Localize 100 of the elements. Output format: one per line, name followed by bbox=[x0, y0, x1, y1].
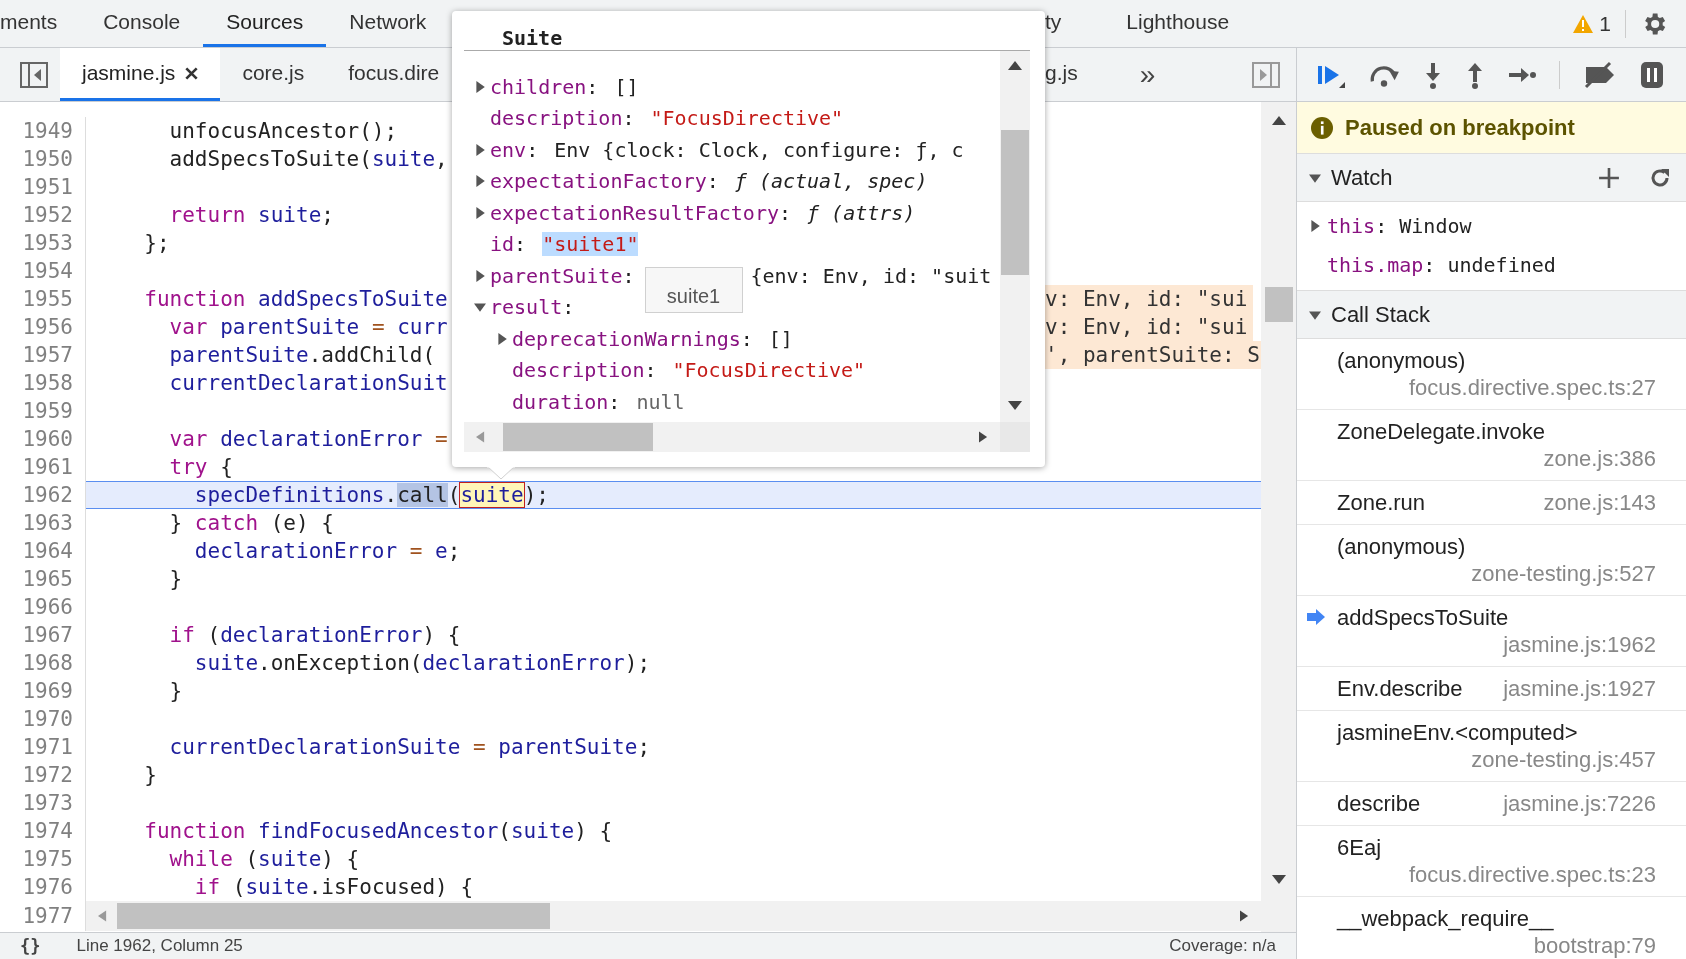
call-stack-frame[interactable]: (anonymous) zone-testing.js:527 bbox=[1297, 525, 1686, 596]
scrollbar-thumb[interactable] bbox=[1001, 130, 1029, 275]
code-line: suite.onException(declarationError); bbox=[193, 650, 651, 677]
collapse-arrow-icon[interactable] bbox=[1309, 308, 1321, 321]
property-value: "suite1" bbox=[542, 232, 639, 257]
sidebar-toggle-icon[interactable] bbox=[20, 61, 48, 88]
property-name: children: bbox=[490, 74, 599, 99]
tooltip: suite1 bbox=[644, 266, 743, 313]
expand-arrow-icon[interactable] bbox=[474, 143, 486, 156]
scrollbar-thumb[interactable] bbox=[503, 423, 653, 451]
panel-tab[interactable]: ments bbox=[0, 0, 81, 47]
more-tabs-button[interactable]: » bbox=[1133, 58, 1162, 91]
property-name: deprecationWarnings: bbox=[512, 326, 753, 351]
call-stack-frame[interactable]: jasmineEnv.<computed> zone-testing.js:457 bbox=[1297, 711, 1686, 782]
code-line: } bbox=[168, 678, 183, 705]
section-header[interactable]: Watch bbox=[1297, 154, 1686, 202]
horizontal-scrollbar[interactable] bbox=[464, 422, 1000, 452]
scroll-down-arrow-icon[interactable] bbox=[1008, 401, 1022, 410]
code-line: parentSuite.addChild( bbox=[168, 342, 436, 369]
scroll-down-arrow-icon[interactable] bbox=[1271, 875, 1286, 884]
code-line: currentDeclarationSuit bbox=[168, 370, 448, 397]
scrollbar-thumb[interactable] bbox=[117, 903, 550, 929]
call-stack-frame[interactable]: 6Eaj focus.directive.spec.ts:23 bbox=[1297, 826, 1686, 897]
paused-banner: Paused on breakpoint bbox=[1297, 102, 1686, 154]
horizontal-scrollbar[interactable] bbox=[86, 901, 1261, 931]
panel-toggle-icon[interactable] bbox=[1252, 61, 1280, 88]
inline-value: v: Env, id: "sui bbox=[1045, 313, 1254, 341]
code-line: try { bbox=[168, 454, 233, 481]
expand-arrow-icon[interactable] bbox=[474, 206, 486, 219]
call-stack-frame[interactable]: describe jasmine.js:7226 bbox=[1297, 782, 1686, 826]
call-stack-frame[interactable]: ZoneDelegate.invoke zone.js:386 bbox=[1297, 410, 1686, 481]
property-value: [] bbox=[768, 326, 793, 351]
code-line: } catch (e) { bbox=[168, 510, 334, 537]
property-value: [] bbox=[614, 74, 639, 99]
code-line: unfocusAncestor(); bbox=[168, 118, 398, 145]
code-line: if (declarationError) { bbox=[168, 622, 461, 649]
code-line: declarationError = e; bbox=[193, 538, 461, 565]
property-name: duration: bbox=[512, 389, 621, 414]
panel-tab[interactable]: Network bbox=[326, 0, 450, 47]
file-tab[interactable]: core.js bbox=[220, 48, 327, 101]
code-line: return suite; bbox=[168, 202, 334, 229]
scroll-up-arrow-icon[interactable] bbox=[1008, 61, 1022, 70]
section-header[interactable]: Call Stack bbox=[1297, 291, 1686, 339]
warning-icon bbox=[1573, 14, 1594, 33]
property-value: "FocusDirective" bbox=[672, 358, 866, 383]
file-tab[interactable]: jasmine.js bbox=[60, 48, 221, 101]
panel-tab[interactable]: Console bbox=[80, 0, 204, 47]
code-line: } bbox=[168, 566, 183, 593]
property-name: expectationResultFactory: bbox=[490, 200, 792, 225]
panel-tab[interactable]: ty bbox=[1045, 0, 1104, 47]
property-name: env: bbox=[490, 137, 539, 162]
property-name: parentSuite: bbox=[490, 263, 635, 288]
code-line: addSpecsToSuite(suite, bbox=[168, 146, 448, 173]
inline-value: v: Env, id: "sui bbox=[1045, 285, 1254, 313]
step-into-icon[interactable] bbox=[1423, 60, 1443, 89]
vertical-scrollbar[interactable] bbox=[1261, 102, 1296, 932]
close-icon[interactable] bbox=[185, 66, 199, 80]
property-value: ƒ (attrs) bbox=[807, 200, 916, 225]
watch-expression: this.map: undefined bbox=[1327, 252, 1556, 277]
property-name: description: bbox=[512, 358, 657, 383]
popover-title: Suite bbox=[501, 25, 564, 50]
expand-arrow-icon[interactable] bbox=[474, 175, 486, 188]
code-line: } bbox=[143, 762, 157, 789]
file-tab[interactable]: focus.dire bbox=[326, 48, 452, 101]
code-line: if (suite.isFocused) { bbox=[193, 874, 474, 901]
collapse-arrow-icon[interactable] bbox=[474, 301, 486, 314]
property-name: expectationFactory: bbox=[490, 169, 719, 194]
vertical-scrollbar[interactable] bbox=[1000, 51, 1030, 422]
collapse-arrow-icon[interactable] bbox=[1309, 171, 1321, 184]
property-name: id: bbox=[490, 232, 527, 257]
call-stack-frame[interactable]: (anonymous) focus.directive.spec.ts:27 bbox=[1297, 339, 1686, 410]
scrollbar-thumb[interactable] bbox=[1264, 287, 1293, 322]
inline-value: ', parentSuite: S bbox=[1045, 341, 1261, 369]
info-icon bbox=[1311, 116, 1333, 139]
pretty-print-button[interactable]: {} bbox=[0, 936, 41, 956]
pause-icon[interactable] bbox=[1640, 59, 1664, 90]
scroll-right-arrow-icon[interactable] bbox=[979, 431, 988, 443]
expand-arrow-icon[interactable] bbox=[1309, 219, 1321, 232]
call-stack-frame[interactable]: Env.describe jasmine.js:1927 bbox=[1297, 667, 1686, 711]
code-line: function findFocusedAncestor(suite) { bbox=[143, 818, 613, 845]
code-line: currentDeclarationSuite = parentSuite; bbox=[168, 734, 651, 761]
panel-tab[interactable]: Lighthouse bbox=[1103, 0, 1253, 47]
file-tab[interactable]: g.js bbox=[1045, 48, 1100, 101]
property-value: ƒ (actual, spec) bbox=[734, 169, 928, 194]
code-line: }; bbox=[143, 230, 170, 257]
code-line: var declarationError = bbox=[168, 426, 448, 453]
scroll-up-arrow-icon[interactable] bbox=[1271, 116, 1286, 125]
expand-arrow-icon[interactable] bbox=[474, 80, 486, 93]
scroll-right-arrow-icon[interactable] bbox=[1240, 910, 1249, 922]
expand-arrow-icon[interactable] bbox=[496, 332, 508, 345]
cursor-position: Line 1962, Column 25 bbox=[76, 936, 243, 956]
call-stack-frame[interactable]: Zone.run zone.js:143 bbox=[1297, 481, 1686, 525]
property-value: "FocusDirective" bbox=[650, 106, 844, 131]
call-stack-frame[interactable]: addSpecsToSuite jasmine.js:1962 bbox=[1297, 596, 1686, 667]
add-icon[interactable] bbox=[1598, 166, 1620, 189]
call-stack-frame[interactable]: __webpack_require__ bootstrap:79 bbox=[1297, 897, 1686, 959]
expand-arrow-icon[interactable] bbox=[474, 269, 486, 282]
property-value: null bbox=[636, 389, 685, 414]
property-name: result: bbox=[490, 295, 575, 320]
warnings-button[interactable]: 1 bbox=[1573, 11, 1611, 36]
